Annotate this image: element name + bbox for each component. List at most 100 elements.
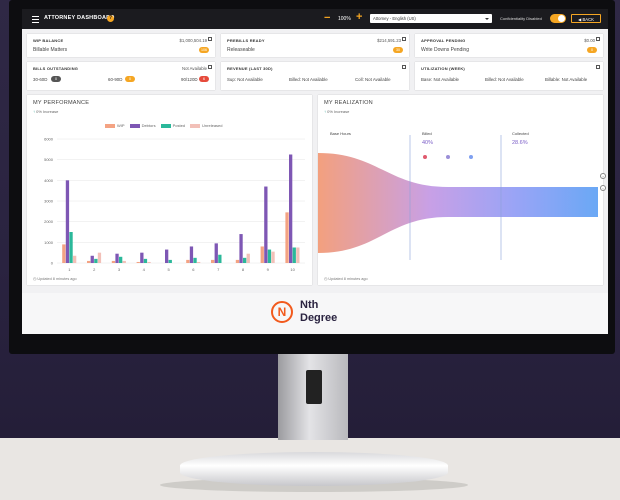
y-tick-label: 5000 [44,157,54,162]
x-tick-label: 6 [192,267,195,272]
bar-debtors[interactable] [165,249,169,263]
external-link-icon[interactable] [596,37,600,41]
bar-wip[interactable] [136,261,140,263]
legend-item[interactable]: Posted [160,123,186,128]
bar-unreleased[interactable] [296,247,300,264]
bar-posted[interactable] [267,249,272,263]
x-tick-label: 2 [93,267,96,272]
card-subtitle: Billable Matters [33,47,68,53]
revenue-sup: Sup: Not Available [227,77,263,82]
bar-posted[interactable] [292,247,296,264]
bar-wip[interactable] [111,260,116,263]
revenue-card[interactable]: REVENUE (LAST 30D) Sup: Not Available Bi… [221,62,409,90]
external-link-icon[interactable] [208,65,212,69]
x-tick-label: 8 [242,267,245,272]
bar-debtors[interactable] [239,234,243,263]
brand-name-line2: Degree [300,312,338,324]
card-amount: $214,591.23 [377,38,401,43]
bar-unreleased[interactable] [197,261,201,263]
brand-name-line1: Nth [300,299,319,311]
legend-label: WIP [117,123,125,128]
y-tick-label: 3000 [44,199,54,204]
utilization-billable: Billable: Not Available [545,77,588,82]
bar-wip[interactable] [87,260,91,263]
confidentiality-label: Confidentiality Disabled [500,16,542,21]
bar-wip[interactable] [186,259,190,263]
bar-debtors[interactable] [189,246,194,263]
bar-debtors[interactable] [65,180,70,263]
hamburger-menu-icon[interactable] [32,16,39,23]
bar-unreleased[interactable] [271,251,275,263]
bar-debtors[interactable] [264,186,268,263]
back-button[interactable]: ◀ BACK [571,14,601,23]
monitor-stand-base [180,452,448,486]
card-label: REVENUE (LAST 30D) [227,66,273,71]
bar-wip[interactable] [285,212,289,263]
bar-posted[interactable] [218,254,222,263]
x-tick-label: 9 [267,267,270,272]
count-badge: 0 [587,47,597,53]
confidentiality-toggle[interactable] [550,14,566,23]
monitor-screen: ATTORNEY DASHBOARD ? − 100% + Attorney -… [22,9,608,334]
bar-wip[interactable] [62,244,66,263]
bar-debtors[interactable] [90,255,94,263]
zoom-in-button[interactable]: + [356,12,362,23]
card-label: APPROVAL PENDING [421,38,466,43]
bar-debtors[interactable] [214,243,218,263]
prebills-card[interactable]: PREBILLS READY Releaseable $214,591.23 3… [221,34,409,57]
bar-debtors[interactable] [115,253,119,263]
card-amount: $1,000,504.19 [179,38,207,43]
bar-unreleased[interactable] [73,255,77,263]
increase-text: 0% Increase [36,109,59,114]
bar-posted[interactable] [243,257,247,263]
bar-posted[interactable] [168,259,172,263]
external-link-icon[interactable] [596,65,600,69]
bar-posted[interactable] [69,232,73,263]
view-select-value: Attorney - English (US) [373,16,416,21]
x-tick-label: 4 [143,267,146,272]
bar-wip[interactable] [235,259,240,263]
updated-text: Updated 8 minutes ago [37,277,77,281]
external-link-icon[interactable] [402,65,406,69]
bar-unreleased[interactable] [122,260,126,263]
panel-collapse-icon[interactable]: ‹ [600,185,606,191]
approval-pending-card[interactable]: APPROVAL PENDING Write Downs Pending $0.… [415,34,603,57]
legend-label: Posted [172,123,186,128]
view-select[interactable]: Attorney - English (US) [370,14,492,23]
help-icon[interactable]: ? [107,15,114,22]
y-tick-label: 6000 [44,137,54,142]
utilization-base: Base: Not Available [421,77,459,82]
y-tick-label: 4000 [44,178,54,183]
bucket-60-90-label: 60-90D [108,77,123,82]
panel-subtitle: ↑ 0% Increase [33,109,58,114]
bar-posted[interactable] [193,257,197,263]
panel-expand-icon[interactable]: › [600,173,606,179]
bar-unreleased[interactable] [97,252,102,263]
bar-posted[interactable] [94,258,98,263]
bar-debtors[interactable] [289,154,293,264]
legend-item[interactable]: Unreleased [190,123,223,128]
card-subtitle: Write Downs Pending [421,47,469,53]
legend-item[interactable]: Debtors [129,123,156,128]
utilization-billed: Billed: Not Available [485,77,524,82]
bar-posted[interactable] [119,256,123,263]
wip-balance-card[interactable]: WIP BALANCE Billable Matters $1,000,504.… [27,34,215,57]
utilization-card[interactable]: UTILIZATION (WEEK) Base: Not Available B… [415,62,603,90]
external-link-icon[interactable] [208,37,212,41]
bar-debtors[interactable] [140,252,144,263]
bar-unreleased[interactable] [147,261,151,263]
y-tick-label: 1000 [44,240,54,245]
legend-item[interactable]: WIP [105,123,125,128]
zoom-out-button[interactable]: − [324,13,330,24]
increase-text: 0% Increase [327,109,350,114]
bar-wip[interactable] [211,259,215,263]
bar-posted[interactable] [143,258,148,263]
bar-unreleased[interactable] [246,253,250,263]
external-link-icon[interactable] [402,37,406,41]
bucket-30-60-badge: 0 [51,76,61,82]
performance-panel: MY PERFORMANCE ↑ 0% Increase WIP Debtors P… [27,95,312,285]
bar-wip[interactable] [260,246,264,263]
bills-outstanding-card[interactable]: BILLS OUTSTANDING Not Available 30-60D 0… [27,62,215,90]
zoom-level: 100% [338,16,351,22]
x-tick-label: 5 [167,267,170,272]
